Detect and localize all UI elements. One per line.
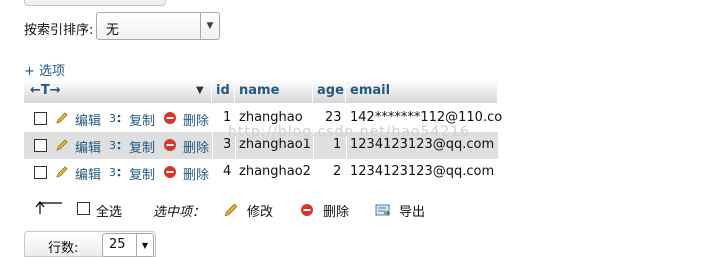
copy-link[interactable]: 复制	[129, 137, 155, 156]
bulk-delete-button[interactable]: 删除	[323, 201, 349, 220]
edit-link[interactable]: 编辑	[75, 164, 101, 183]
options-link[interactable]: + 选项	[24, 60, 65, 79]
pencil-icon	[56, 112, 68, 124]
bulk-edit-button[interactable]: 修改	[247, 201, 273, 220]
cell-divider	[235, 159, 236, 186]
copy-link[interactable]: 复制	[129, 110, 155, 129]
copy-icon: 3	[109, 166, 121, 179]
copy-icon: 3	[109, 139, 121, 152]
column-nav-arrows[interactable]: ←T→	[30, 83, 61, 98]
column-header-id[interactable]: id	[212, 80, 235, 103]
rows-per-page-value: 25	[109, 237, 126, 252]
delete-icon	[164, 112, 176, 124]
row-checkbox[interactable]	[34, 139, 47, 152]
sort-triangle-icon[interactable]: ▼	[196, 85, 204, 96]
rows-per-page-select[interactable]: 25 ▼	[102, 233, 154, 257]
row-checkbox[interactable]	[34, 166, 47, 179]
cell-email: 142*******112@110.co	[350, 110, 503, 125]
select-all-checkbox[interactable]	[77, 202, 90, 215]
pencil-icon	[56, 139, 68, 151]
column-header-name[interactable]: name	[235, 80, 313, 103]
cell-id: 4	[223, 164, 232, 179]
column-header-age-label[interactable]: age	[317, 83, 344, 98]
edit-link[interactable]: 编辑	[75, 137, 101, 156]
sort-by-index-select[interactable]: 无 ▼	[96, 12, 220, 40]
cell-name: zhanghao2	[239, 164, 311, 179]
column-header-id-label[interactable]: id	[216, 83, 230, 98]
delete-link[interactable]: 删除	[183, 137, 209, 156]
column-header-age[interactable]: age	[313, 80, 346, 103]
select-arrow-icon	[35, 201, 62, 214]
delete-link[interactable]: 删除	[183, 110, 209, 129]
export-button[interactable]: 导出	[399, 201, 425, 220]
svg-text:3: 3	[109, 166, 116, 179]
delete-icon	[301, 204, 313, 216]
delete-link[interactable]: 删除	[183, 164, 209, 183]
pencil-icon	[56, 166, 68, 178]
cell-divider	[346, 159, 347, 186]
table-row: 编辑 3 复制 删除 4 zhanghao2 2 1234123123@qq.c…	[24, 159, 498, 186]
copy-link[interactable]: 复制	[129, 164, 155, 183]
cell-name: zhanghao	[239, 110, 303, 125]
column-header-email[interactable]: email	[346, 80, 498, 103]
top-toolbar-fragment	[24, 0, 166, 6]
sort-by-index-label: 按索引排序:	[24, 23, 94, 38]
edit-link[interactable]: 编辑	[75, 110, 101, 129]
rows-per-page-control: 行数: 25 ▼	[24, 231, 156, 257]
column-nav-header: ←T→ ▼	[24, 80, 212, 103]
cell-divider	[313, 159, 314, 186]
cell-age: 23	[325, 110, 342, 125]
chevron-down-icon: ▼	[200, 13, 219, 39]
export-icon	[375, 204, 391, 216]
with-selected-label: 选中项：	[153, 205, 206, 220]
copy-icon: 3	[109, 112, 121, 125]
svg-text:3: 3	[109, 112, 116, 125]
cell-age: 2	[333, 164, 342, 179]
delete-icon	[164, 139, 176, 151]
cell-divider	[212, 132, 213, 159]
cell-divider	[212, 105, 213, 132]
chevron-down-icon: ▼	[136, 234, 153, 256]
cell-divider	[212, 159, 213, 186]
watermark-text: http://blog.csdn.net/hao54216	[228, 124, 471, 140]
row-checkbox[interactable]	[34, 112, 47, 125]
cell-email: 1234123123@qq.com	[350, 164, 495, 179]
delete-icon	[164, 166, 176, 178]
sort-select-value: 无	[106, 23, 120, 38]
cell-id: 1	[223, 110, 232, 125]
svg-text:3: 3	[109, 139, 116, 152]
select-all-label[interactable]: 全选	[96, 201, 122, 220]
pencil-icon	[224, 203, 238, 217]
column-header-email-label[interactable]: email	[350, 83, 390, 98]
rows-per-page-label: 行数:	[48, 241, 79, 256]
column-header-name-label[interactable]: name	[239, 83, 279, 98]
